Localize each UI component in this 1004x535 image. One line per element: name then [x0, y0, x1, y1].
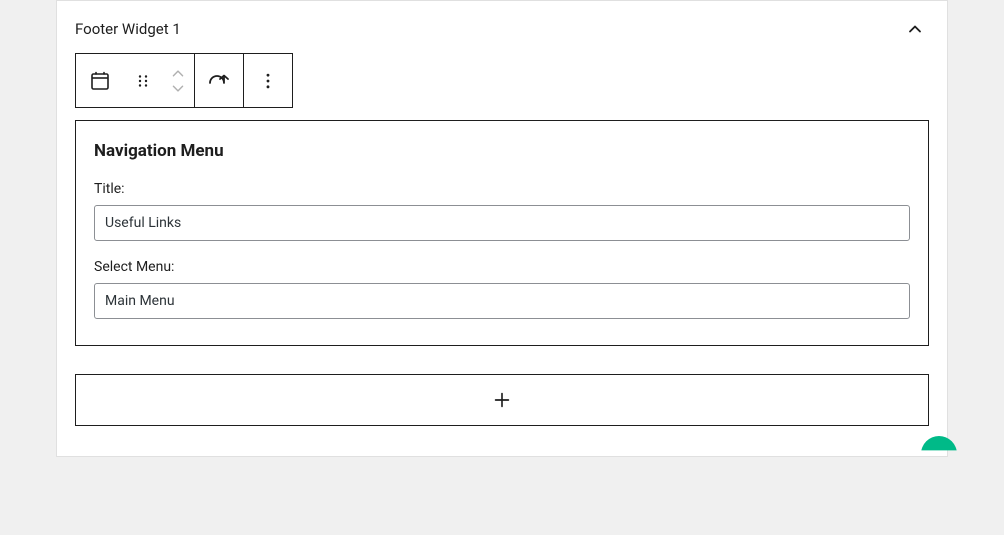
toolbar-group-transform — [195, 54, 244, 107]
drag-handle-icon — [134, 72, 152, 90]
more-options-button[interactable] — [244, 54, 292, 107]
help-bubble[interactable] — [921, 436, 957, 472]
chevron-down-icon — [171, 84, 185, 92]
legacy-widget-icon — [88, 69, 112, 93]
add-block-button[interactable] — [75, 374, 929, 426]
select-menu-label: Select Menu: — [94, 259, 910, 275]
block-toolbar — [75, 53, 293, 108]
toolbar-group-options — [244, 54, 292, 107]
more-vertical-icon — [258, 71, 278, 91]
move-to-icon — [206, 69, 232, 93]
widget-panel: Footer Widget 1 — [56, 0, 948, 457]
panel-title: Footer Widget 1 — [75, 20, 181, 38]
widget-block-heading: Navigation Menu — [94, 141, 910, 161]
widget-block: Navigation Menu Title: Select Menu: Main… — [75, 120, 929, 346]
drag-handle-button[interactable] — [124, 54, 162, 107]
select-menu-dropdown[interactable]: Main Menu — [94, 283, 910, 319]
panel-header: Footer Widget 1 — [57, 1, 947, 53]
title-input[interactable] — [94, 205, 910, 241]
toolbar-group-type — [76, 54, 195, 107]
plus-icon — [491, 389, 513, 411]
title-label: Title: — [94, 181, 910, 197]
collapse-button[interactable] — [901, 15, 929, 43]
move-buttons[interactable] — [162, 54, 194, 107]
chevron-up-icon — [171, 70, 185, 78]
block-type-button[interactable] — [76, 54, 124, 107]
chevron-up-icon — [905, 19, 925, 39]
move-to-button[interactable] — [195, 54, 243, 107]
